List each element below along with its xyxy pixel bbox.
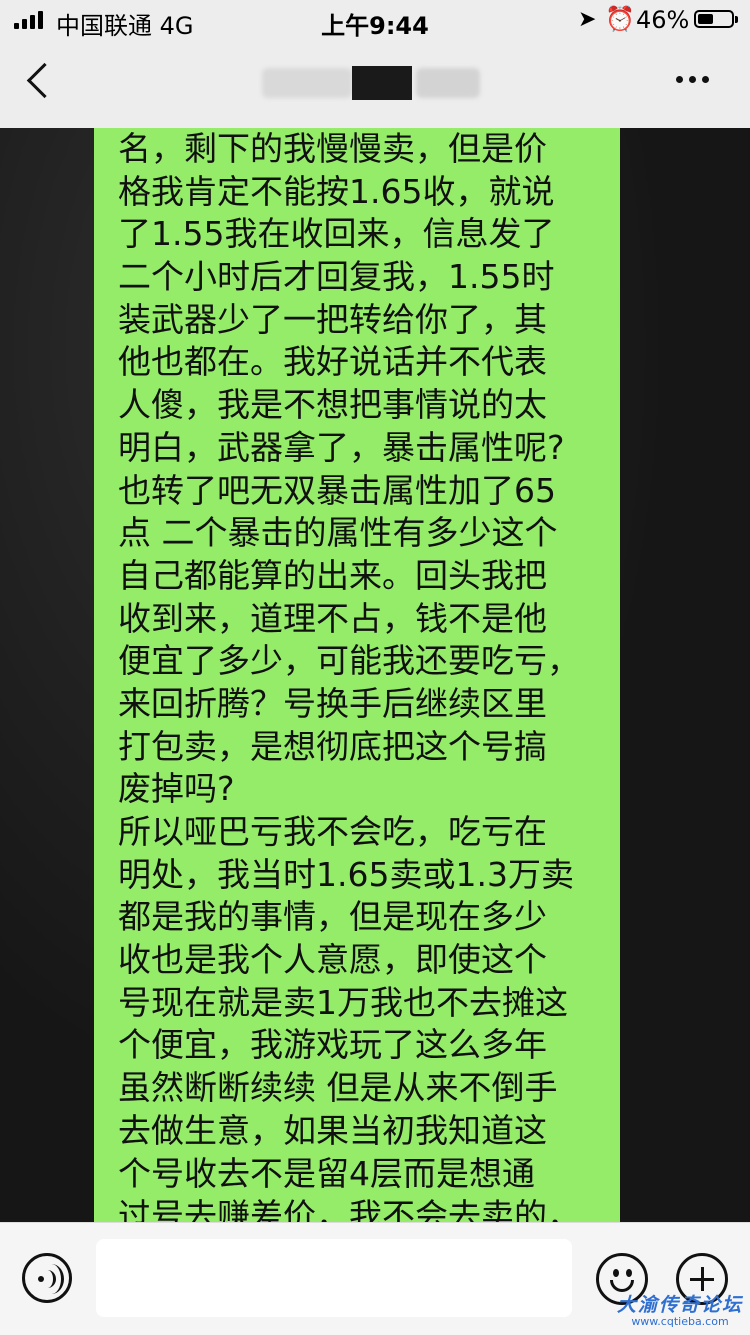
message-line: 虽然断断续续 但是从来不倒手	[118, 1068, 558, 1108]
message-line: 便宜了多少，可能我还要吃亏，	[118, 641, 580, 681]
message-line: 格我肯定不能按1.65收，就说	[118, 171, 555, 211]
message-line: 来回折腾？号换手后继续区里	[118, 683, 547, 723]
message-line: 去做生意，如果当初我知道这	[118, 1110, 547, 1150]
back-chevron-icon[interactable]	[26, 62, 63, 99]
message-line: 他也都在。我好说话并不代表	[118, 342, 547, 382]
message-line: 过号去赚差价，我不会去卖的，	[118, 1196, 580, 1222]
message-line: 明白，武器拿了，暴击属性呢?	[118, 427, 565, 467]
battery-percent: 46%	[636, 6, 690, 34]
message-line: 明处，我当时1.65卖或1.3万卖	[118, 854, 574, 894]
forum-watermark: 大渝传奇论坛 www.cqtieba.com	[610, 1290, 750, 1328]
message-bubble[interactable]: 名，剩下的我慢慢卖，但是价 格我肯定不能按1.65收，就说 了1.55我在收回来，信…	[94, 128, 620, 1222]
voice-icon[interactable]	[22, 1253, 72, 1303]
message-line: 个号收去不是留4层而是想通	[118, 1153, 535, 1193]
location-icon: ➤	[578, 7, 597, 32]
chat-area[interactable]: 名，剩下的我慢慢卖，但是价 格我肯定不能按1.65收，就说 了1.55我在收回来，信…	[0, 128, 750, 1222]
message-line: 自己都能算的出来。回头我把	[118, 555, 547, 595]
message-line: 所以哑巴亏我不会吃，吃亏在	[118, 812, 547, 851]
message-line: 都是我的事情，但是现在多少	[118, 897, 547, 937]
chat-header	[0, 40, 750, 129]
message-line: 点 二个暴击的属性有多少这个	[118, 513, 558, 553]
alarm-icon: ⏰	[605, 5, 635, 33]
message-line: 名，剩下的我慢慢卖，但是价	[118, 129, 547, 168]
message-line: 收也是我个人意愿，即使这个	[118, 940, 547, 980]
chat-title-redacted	[240, 62, 510, 102]
message-line: 也转了吧无双暴击属性加了65	[118, 470, 556, 510]
more-ellipsis-icon[interactable]	[676, 76, 709, 83]
message-line: 人傻，我是不想把事情说的太	[118, 385, 547, 425]
message-line: 装武器少了一把转给你了，其	[118, 299, 547, 339]
battery-icon	[694, 10, 738, 28]
message-line: 号现在就是卖1万我也不去摊这	[118, 982, 568, 1022]
message-line: 废掉吗?	[118, 769, 235, 809]
message-line: 二个小时后才回复我，1.55时	[118, 257, 555, 297]
watermark-title: 大渝传奇论坛	[616, 1294, 743, 1316]
message-line: 打包卖，是想彻底把这个号搞	[118, 726, 547, 766]
status-bar: 中国联通 4G 上午9:44 ➤ ⏰ 46%	[0, 0, 750, 40]
message-line: 个便宜，我游戏玩了这么多年	[118, 1025, 547, 1065]
message-input[interactable]	[96, 1239, 572, 1317]
message-line: 了1.55我在收回来，信息发了	[118, 214, 555, 254]
message-line: 收到来，道理不占，钱不是他	[118, 598, 547, 638]
